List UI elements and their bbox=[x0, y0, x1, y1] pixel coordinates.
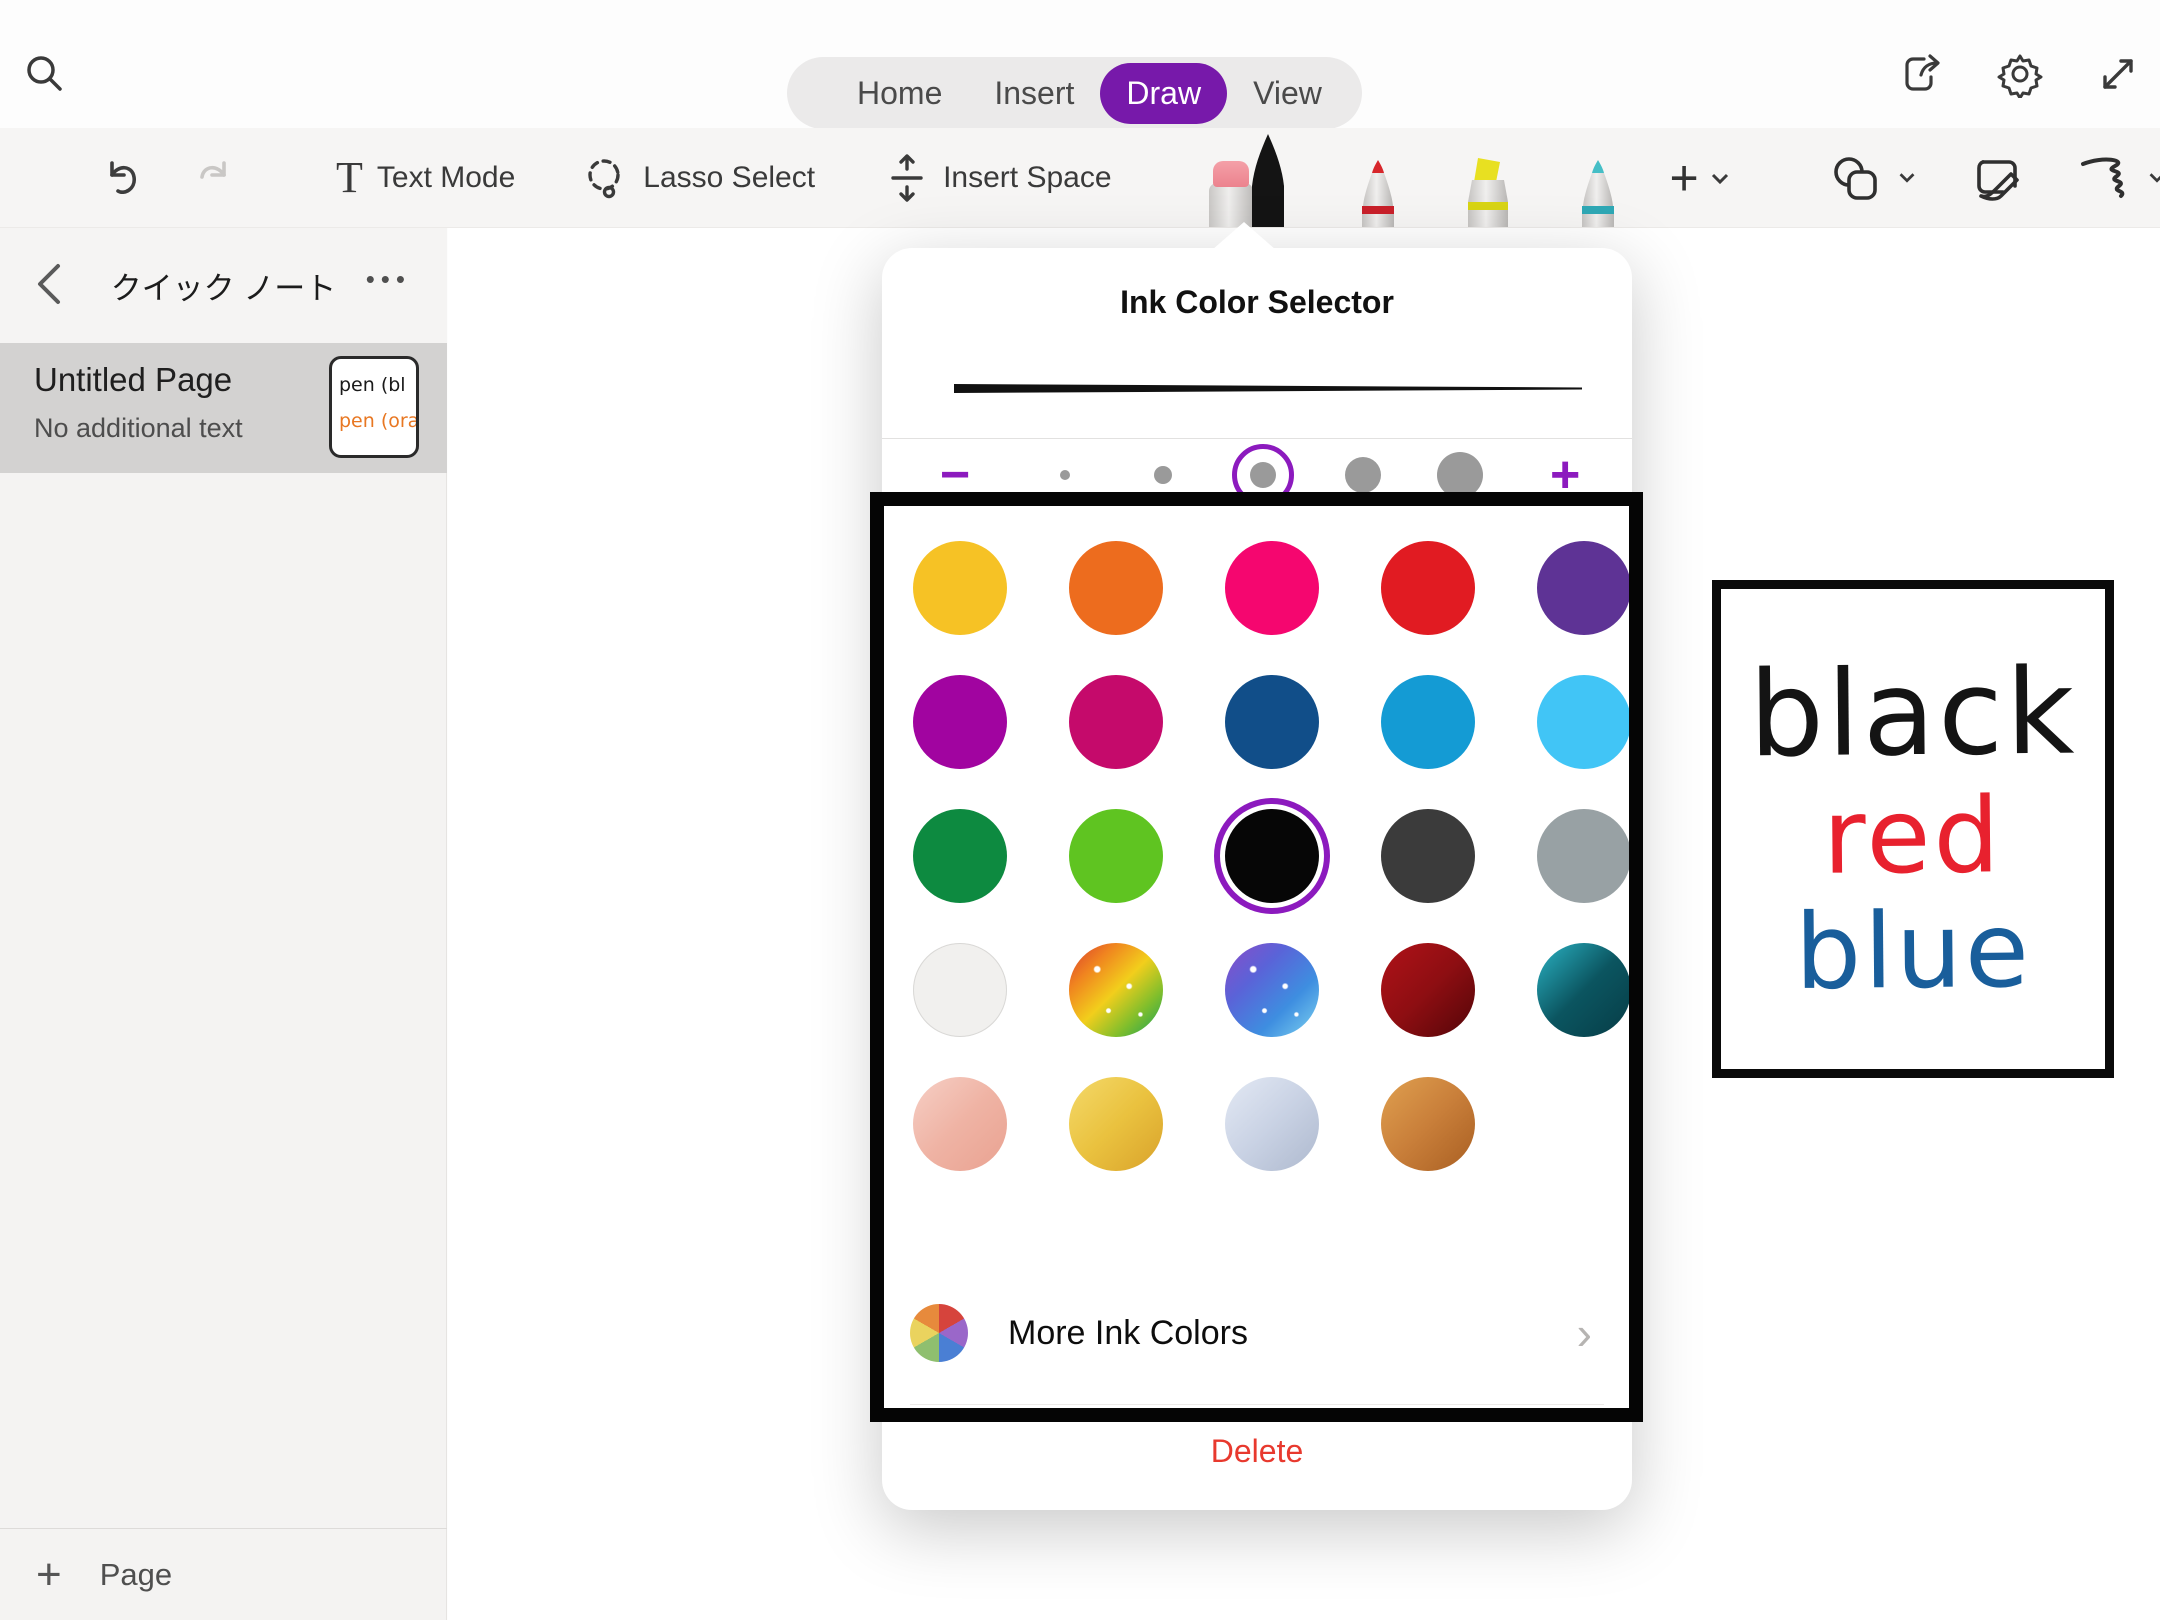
chevron-down-icon bbox=[1707, 165, 1733, 191]
color-swatch-dark-pink[interactable] bbox=[1069, 675, 1163, 769]
lasso-select-button[interactable]: Lasso Select bbox=[579, 153, 815, 203]
color-swatch-red-marble[interactable] bbox=[1381, 943, 1475, 1037]
color-swatch-black[interactable] bbox=[1225, 809, 1319, 903]
color-swatch-gold[interactable] bbox=[913, 541, 1007, 635]
color-swatch-teal-marble[interactable] bbox=[1537, 943, 1631, 1037]
add-pen-button[interactable]: + bbox=[1670, 153, 1733, 203]
chevron-down-icon bbox=[2145, 165, 2160, 191]
color-swatch-pink[interactable] bbox=[1225, 541, 1319, 635]
selected-size-ring bbox=[1232, 444, 1294, 506]
ink-to-text-button[interactable] bbox=[1973, 152, 2027, 204]
thumbnail-ink-line-black: pen (bl bbox=[339, 367, 412, 403]
color-swatch-white[interactable] bbox=[913, 943, 1007, 1037]
size-increase-button[interactable]: + bbox=[1550, 439, 1580, 511]
page-subtitle: No additional text bbox=[34, 413, 243, 444]
page-title: Untitled Page bbox=[34, 361, 232, 399]
color-swatch-gray[interactable] bbox=[1537, 809, 1631, 903]
stroke-size-dot-1[interactable] bbox=[1060, 470, 1070, 480]
color-swatch-bronze[interactable] bbox=[1381, 1077, 1475, 1171]
redo-icon bbox=[190, 155, 236, 201]
text-mode-button[interactable]: T Text Mode bbox=[336, 156, 515, 200]
tab-draw[interactable]: Draw bbox=[1100, 63, 1227, 124]
yellow-highlighter[interactable] bbox=[1462, 158, 1514, 228]
ink-color-selector-popup: Ink Color Selector − + More Ink Colors ›… bbox=[882, 248, 1632, 1510]
color-swatch-orange[interactable] bbox=[1069, 541, 1163, 635]
sidebar-more-icon[interactable]: ••• bbox=[366, 264, 411, 295]
delete-pen-button[interactable]: Delete bbox=[882, 1433, 1632, 1470]
thumbnail-ink-line-orange: pen (ora bbox=[339, 403, 412, 439]
color-swatch-green[interactable] bbox=[913, 809, 1007, 903]
size-decrease-button[interactable]: − bbox=[940, 439, 970, 511]
pages-sidebar: クイック ノート ••• Untitled Page No additional… bbox=[0, 228, 447, 1620]
insert-space-icon bbox=[885, 153, 929, 203]
color-swatch-light-green[interactable] bbox=[1069, 809, 1163, 903]
scribble-icon bbox=[2075, 152, 2135, 204]
color-swatch-galaxy[interactable] bbox=[1225, 943, 1319, 1037]
color-swatch-dark-blue[interactable] bbox=[1225, 675, 1319, 769]
sidebar-header: クイック ノート ••• bbox=[0, 228, 447, 343]
more-ink-colors-row[interactable]: More Ink Colors › bbox=[910, 1288, 1604, 1378]
settings-gear-icon[interactable] bbox=[1996, 50, 2044, 98]
color-wheel-icon bbox=[910, 1304, 968, 1362]
tab-insert[interactable]: Insert bbox=[968, 63, 1100, 124]
handwriting-box: black red blue bbox=[1712, 580, 2114, 1078]
stroke-size-dot-2[interactable] bbox=[1154, 466, 1172, 484]
draw-toolbar: T Text Mode Lasso Select Insert Space bbox=[0, 128, 2160, 228]
color-swatch-magenta[interactable] bbox=[913, 675, 1007, 769]
tab-home[interactable]: Home bbox=[831, 63, 968, 124]
chevron-down-icon bbox=[1895, 165, 1921, 191]
color-grid bbox=[913, 541, 1601, 1171]
color-swatch-rose-gold[interactable] bbox=[913, 1077, 1007, 1171]
handwritten-word-blue: blue bbox=[1794, 896, 2032, 1007]
search-icon[interactable] bbox=[22, 52, 66, 96]
popup-divider bbox=[910, 1404, 1604, 1405]
add-page-button[interactable]: + Page bbox=[0, 1528, 447, 1620]
page-thumbnail: pen (bl pen (ora bbox=[329, 356, 419, 458]
more-ink-colors-label: More Ink Colors bbox=[1008, 1314, 1537, 1353]
chevron-right-icon: › bbox=[1577, 1310, 1604, 1356]
black-pen[interactable] bbox=[1242, 136, 1294, 228]
shapes-icon bbox=[1827, 152, 1885, 204]
stroke-preview bbox=[954, 378, 1582, 400]
onenote-app: Home Insert Draw View bbox=[0, 0, 2160, 1620]
lasso-select-icon bbox=[579, 153, 629, 203]
page-list-item-selected[interactable]: Untitled Page No additional text pen (bl… bbox=[0, 343, 447, 473]
pen-tray bbox=[1242, 128, 1624, 228]
text-mode-icon: T bbox=[336, 156, 363, 200]
stroke-size-dot-4[interactable] bbox=[1345, 457, 1381, 493]
color-swatch-light-blue[interactable] bbox=[1537, 675, 1631, 769]
color-swatch-purple[interactable] bbox=[1537, 541, 1631, 635]
window-actions bbox=[1898, 50, 2142, 98]
color-swatch-red[interactable] bbox=[1381, 541, 1475, 635]
insert-space-button[interactable]: Insert Space bbox=[885, 153, 1111, 203]
top-header: Home Insert Draw View bbox=[0, 0, 2160, 128]
undo-icon[interactable] bbox=[100, 155, 146, 201]
stroke-size-row: − + bbox=[882, 439, 1632, 511]
plus-icon: + bbox=[36, 1550, 62, 1600]
ink-effects-button[interactable] bbox=[2075, 152, 2160, 204]
color-swatch-blue[interactable] bbox=[1381, 675, 1475, 769]
tab-view[interactable]: View bbox=[1227, 63, 1348, 124]
color-swatch-gold-metallic[interactable] bbox=[1069, 1077, 1163, 1171]
color-swatch-silver[interactable] bbox=[1225, 1077, 1319, 1171]
share-icon[interactable] bbox=[1898, 50, 1946, 98]
fullscreen-expand-icon[interactable] bbox=[2094, 50, 2142, 98]
note-pen-icon bbox=[1973, 152, 2027, 204]
color-swatch-dark-gray[interactable] bbox=[1381, 809, 1475, 903]
popup-title: Ink Color Selector bbox=[882, 284, 1632, 321]
color-swatch-rainbow-glitter[interactable] bbox=[1069, 943, 1163, 1037]
ribbon-tabbar: Home Insert Draw View bbox=[787, 57, 1362, 129]
stroke-size-dot-5[interactable] bbox=[1437, 452, 1483, 498]
red-pen[interactable] bbox=[1352, 158, 1404, 228]
teal-pen[interactable] bbox=[1572, 158, 1624, 228]
handwritten-word-black: black bbox=[1748, 650, 2077, 777]
shapes-button[interactable] bbox=[1827, 152, 1921, 204]
handwritten-word-red: red bbox=[1823, 781, 2003, 892]
